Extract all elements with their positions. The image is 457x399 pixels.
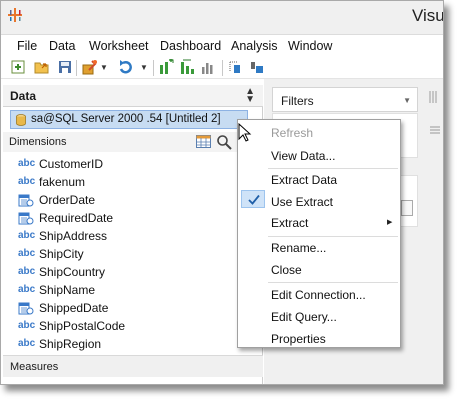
save-icon[interactable]: [57, 59, 73, 75]
redo-icon[interactable]: [118, 59, 134, 75]
sort-icon[interactable]: [179, 59, 195, 75]
new-data-source-icon[interactable]: [82, 59, 98, 75]
field-item[interactable]: abc ShipCity: [3, 245, 253, 264]
menu-separator: [268, 282, 398, 283]
dimensions-header: Dimensions: [3, 132, 263, 152]
database-icon: [16, 114, 26, 126]
field-item[interactable]: abc ShipName: [3, 281, 253, 300]
field-item[interactable]: ShippedDate: [3, 299, 253, 318]
field-item[interactable]: abc ShipRegion: [3, 335, 253, 354]
field-name: CustomerID: [39, 157, 104, 171]
bar-chart-icon[interactable]: [200, 59, 216, 75]
measures-header: Measures: [3, 355, 263, 377]
window-title: Visu: [412, 6, 444, 25]
data-pane-title: Data: [10, 89, 37, 103]
field-name: ShipRegion: [39, 337, 102, 351]
context-menu: Refresh View Data... Extract Data Use Ex…: [237, 119, 401, 348]
toolbar-separator: [153, 60, 154, 76]
chevron-right-icon: ▶: [387, 219, 393, 226]
menu-window[interactable]: Window: [288, 39, 332, 53]
field-item[interactable]: abc ShipCountry: [3, 263, 253, 282]
group-icon[interactable]: [228, 59, 244, 75]
menu-item-close[interactable]: Close: [271, 263, 302, 277]
data-pane-header: Data ▲ ▼: [3, 85, 263, 107]
toolbar-separator: [222, 60, 223, 76]
field-name: ShippedDate: [39, 301, 109, 315]
field-name: fakenum: [39, 175, 86, 189]
title-bar: Visu: [1, 1, 443, 35]
menu-item-use-extract[interactable]: Use Extract: [271, 195, 333, 209]
string-type-icon: abc: [18, 320, 36, 331]
check-icon: [248, 194, 260, 205]
menu-item-extract-data[interactable]: Extract Data: [271, 173, 337, 187]
menu-item-properties[interactable]: Properties: [271, 332, 326, 346]
date-type-icon: [18, 302, 34, 315]
menu-item-extract[interactable]: Extract: [271, 216, 308, 230]
field-name: ShipPostalCode: [39, 319, 126, 333]
field-item[interactable]: abc ShipPostalCode: [3, 317, 253, 336]
menu-file[interactable]: File: [17, 39, 37, 53]
tableau-logo-icon: [8, 8, 22, 22]
field-item[interactable]: abc CustomerID: [3, 155, 253, 174]
menu-item-refresh[interactable]: Refresh: [271, 126, 313, 140]
field-item[interactable]: OrderDate: [3, 191, 253, 210]
field-name: OrderDate: [39, 193, 96, 207]
menu-bar: File Data Worksheet Dashboard Analysis W…: [1, 36, 443, 56]
toolbar: ▼ ▼: [1, 57, 443, 79]
label-icon[interactable]: [249, 59, 265, 75]
menu-separator: [268, 168, 398, 169]
field-name: ShipName: [39, 283, 96, 297]
menu-data[interactable]: Data: [49, 39, 75, 53]
chevron-down-icon[interactable]: ▼: [140, 63, 148, 72]
field-name: ShipCountry: [39, 265, 106, 279]
view-data-grid-icon[interactable]: [196, 135, 211, 148]
measures-title: Measures: [10, 361, 59, 373]
menu-item-rename[interactable]: Rename...: [271, 241, 326, 255]
field-item[interactable]: abc ShipAddress: [3, 227, 253, 246]
string-type-icon: abc: [18, 248, 36, 259]
rows-shelf-icon[interactable]: [428, 125, 442, 141]
chevron-down-icon[interactable]: ▼: [403, 96, 411, 105]
mouse-cursor-icon: [238, 123, 252, 142]
menu-separator: [268, 236, 398, 237]
menu-item-edit-connection[interactable]: Edit Connection...: [271, 288, 366, 302]
new-sheet-icon[interactable]: [10, 59, 26, 75]
menu-worksheet[interactable]: Worksheet: [89, 39, 149, 53]
string-type-icon: abc: [18, 338, 36, 349]
menu-item-edit-query[interactable]: Edit Query...: [271, 310, 337, 324]
menu-analysis[interactable]: Analysis: [231, 39, 278, 53]
search-icon[interactable]: [216, 134, 232, 150]
string-type-icon: abc: [18, 284, 36, 295]
string-type-icon: abc: [18, 230, 36, 241]
data-connection-item[interactable]: sa@SQL Server 2000 .54 [Untitled 2]: [10, 110, 248, 129]
field-name: RequiredDate: [39, 211, 114, 225]
field-item[interactable]: abc fakenum: [3, 173, 253, 192]
chevron-down-icon[interactable]: ▼: [100, 63, 108, 72]
swap-rows-cols-icon[interactable]: [158, 59, 174, 75]
field-name: ShipCity: [39, 247, 84, 261]
sort-arrows-icon[interactable]: ▲ ▼: [245, 87, 255, 105]
date-type-icon: [18, 194, 34, 207]
menu-item-view-data[interactable]: View Data...: [271, 149, 335, 163]
data-connection-label: sa@SQL Server 2000 .54 [Untitled 2]: [31, 113, 221, 125]
date-type-icon: [18, 212, 34, 225]
string-type-icon: abc: [18, 266, 36, 277]
string-type-icon: abc: [18, 158, 36, 169]
marks-dropdown[interactable]: [401, 200, 413, 216]
field-item[interactable]: RequiredDate: [3, 209, 253, 228]
toolbar-separator: [76, 60, 77, 76]
data-pane: Data ▲ ▼ sa@SQL Server 2000 .54 [Untitled…: [3, 85, 263, 384]
menu-dashboard[interactable]: Dashboard: [160, 39, 221, 53]
dimensions-title: Dimensions: [9, 136, 67, 148]
filters-title: Filters: [281, 94, 314, 108]
open-icon[interactable]: [34, 59, 50, 75]
filters-card-header: Filters ▼: [272, 87, 418, 112]
columns-shelf-icon[interactable]: [428, 89, 442, 105]
field-name: ShipAddress: [39, 229, 108, 243]
string-type-icon: abc: [18, 176, 36, 187]
